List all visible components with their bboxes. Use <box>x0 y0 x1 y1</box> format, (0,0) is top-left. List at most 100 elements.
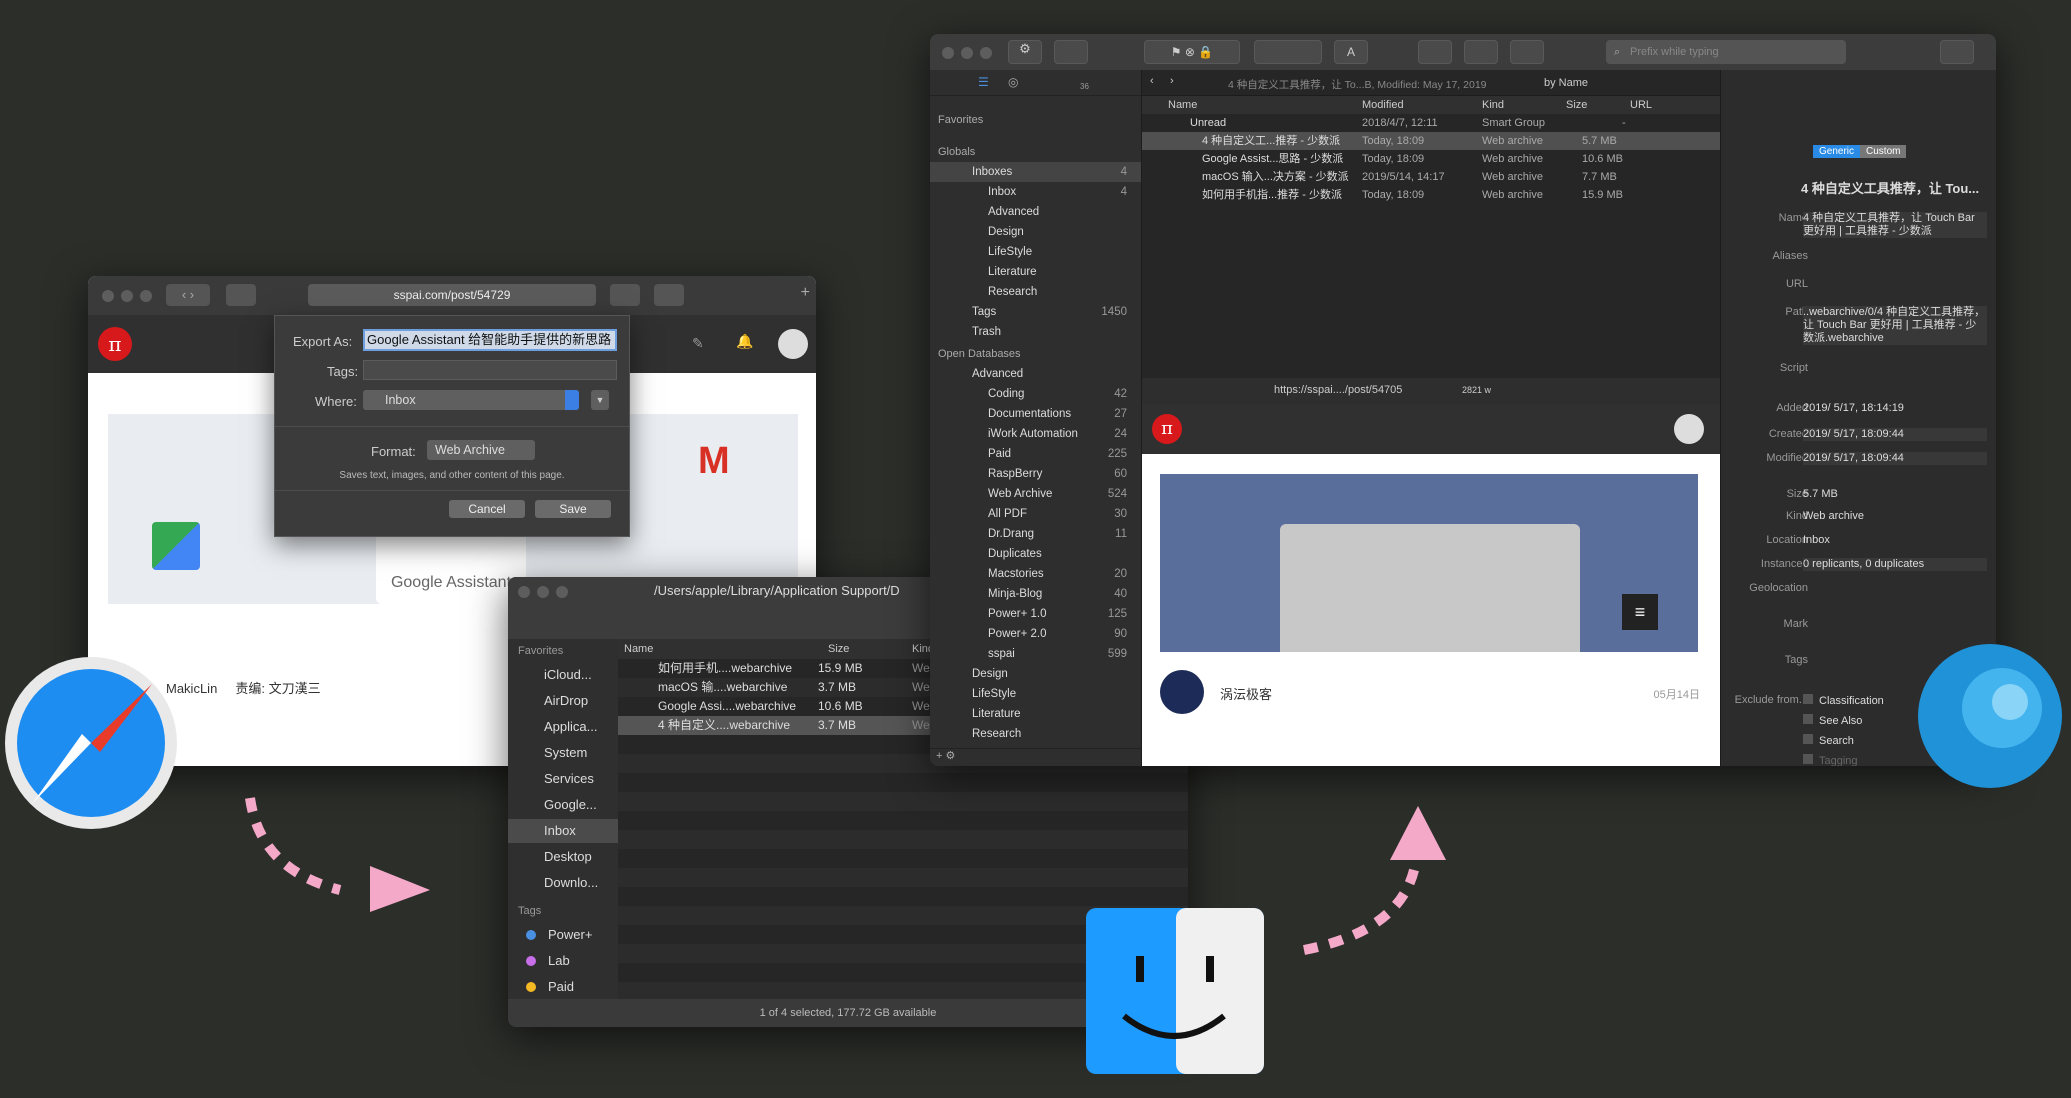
word-count: 2821 w <box>1462 385 1492 395</box>
col-size[interactable]: Size <box>1566 99 1587 111</box>
tags-field[interactable] <box>363 360 617 380</box>
col-modified[interactable]: Modified <box>1362 99 1404 111</box>
sidebar-item[interactable]: Tags 1450 <box>930 302 1141 322</box>
sidebar-item[interactable]: Google... <box>508 793 618 817</box>
col-url[interactable]: URL <box>1630 99 1652 111</box>
group-row[interactable]: Unread 2018/4/7, 12:11 Smart Group - <box>1142 114 1720 132</box>
sidebar-item[interactable]: sspai 599 <box>930 644 1141 664</box>
sidebar-item[interactable]: Services <box>508 767 618 791</box>
exclude-checkbox[interactable]: Search <box>1803 734 1854 747</box>
sidebar-item[interactable]: System <box>508 741 618 765</box>
sidebar-item[interactable]: All PDF 30 <box>930 504 1141 524</box>
sidebar-item[interactable]: iWork Automation 24 <box>930 424 1141 444</box>
sidebar-item[interactable]: Desktop <box>508 845 618 869</box>
inspector-toggle-button[interactable] <box>1940 40 1974 64</box>
address-bar[interactable]: sspai.com/post/54729 <box>308 284 596 306</box>
sidebar-item[interactable]: Duplicates <box>930 544 1141 564</box>
forward-icon[interactable]: › <box>1170 75 1174 87</box>
cancel-button[interactable]: Cancel <box>449 500 525 518</box>
tag-item[interactable]: Lab <box>508 949 618 973</box>
sidebar-item[interactable]: Paid 225 <box>930 444 1141 464</box>
sidebar-item[interactable]: Dr.Drang 11 <box>930 524 1141 544</box>
tag-button[interactable] <box>1054 40 1088 64</box>
sidebar-item[interactable]: Inboxes 4 <box>930 162 1141 182</box>
edit-icon[interactable]: ✎ <box>692 335 704 352</box>
sidebar-item[interactable]: Advanced <box>930 202 1141 222</box>
tabs-icon[interactable] <box>610 284 640 306</box>
format-select[interactable]: Web Archive <box>427 440 535 460</box>
sidebar-item[interactable]: LifeStyle <box>930 684 1141 704</box>
viewer-url[interactable]: https://sspai..../post/54705 <box>1274 384 1402 396</box>
exclude-checkbox[interactable]: Tagging <box>1803 754 1858 766</box>
back-icon[interactable]: ‹ <box>1150 75 1154 87</box>
sidebar-item[interactable]: Minja-Blog 40 <box>930 584 1141 604</box>
save-button[interactable]: Save <box>535 500 611 518</box>
sidebar-item[interactable]: Literature <box>930 704 1141 724</box>
sidebar-item[interactable]: Web Archive 524 <box>930 484 1141 504</box>
action-gear-button[interactable]: ⚙ <box>1008 40 1042 64</box>
sidebar-item[interactable]: Power+ 2.0 90 <box>930 624 1141 644</box>
sidebar-item[interactable]: Documentations 27 <box>930 404 1141 424</box>
list-view-icon[interactable]: ☰ <box>978 75 989 89</box>
tag-item[interactable]: Paid <box>508 975 618 999</box>
where-select[interactable]: Inbox <box>363 390 579 410</box>
sidebar-item[interactable]: Coding 42 <box>930 384 1141 404</box>
capture-button[interactable] <box>1464 40 1498 64</box>
new-tab-icon[interactable]: + <box>801 284 810 302</box>
sidebar-item[interactable]: Design <box>930 664 1141 684</box>
menu-icon[interactable]: ≡ <box>1622 594 1658 630</box>
sidebar-toggle-icon[interactable] <box>226 284 256 306</box>
sidebar-item[interactable]: AirDrop <box>508 689 618 713</box>
back-button[interactable]: ‹ › <box>166 284 210 306</box>
tab-generic[interactable]: Generic <box>1813 145 1861 158</box>
record-row[interactable]: 如何用手机指...推荐 - 少数派 Today, 18:09 Web archive… <box>1142 186 1720 204</box>
sspai-logo[interactable]: π <box>98 327 132 361</box>
download-icon[interactable] <box>654 284 684 306</box>
sidebar-item[interactable]: Research <box>930 724 1141 744</box>
format-button[interactable]: A <box>1334 40 1368 64</box>
sidebar-item[interactable]: Research <box>930 282 1141 302</box>
sync-button[interactable] <box>1418 40 1452 64</box>
sidebar-item[interactable]: Trash <box>930 322 1141 342</box>
sidebar-item[interactable]: LifeStyle <box>930 242 1141 262</box>
col-name[interactable]: Name <box>1168 99 1197 111</box>
exclude-checkbox[interactable]: Classification <box>1803 694 1884 707</box>
exclude-checkbox[interactable]: See Also <box>1803 714 1862 727</box>
search-field[interactable]: ⌕ Prefix while typing <box>1606 40 1846 64</box>
sidebar-item[interactable]: Inbox <box>508 819 618 843</box>
finder-sidebar: Favorites iCloud... AirDrop Applica... Syst… <box>508 639 618 999</box>
sidebar-item[interactable]: Literature <box>930 262 1141 282</box>
sort-menu[interactable]: by Name <box>1544 77 1588 89</box>
flow-arrow <box>1303 806 1446 955</box>
expand-button[interactable]: ▼ <box>591 390 609 410</box>
favorites-section: Favorites <box>938 114 984 126</box>
sidebar-item[interactable]: Inbox 4 <box>930 182 1141 202</box>
col-size[interactable]: Size <box>828 643 849 655</box>
glasses-icon[interactable]: ◎ <box>1008 75 1018 89</box>
avatar[interactable] <box>778 329 808 359</box>
ocr-button[interactable] <box>1254 40 1322 64</box>
tab-custom[interactable]: Custom <box>1860 145 1907 158</box>
tag-item[interactable]: Power+ <box>508 923 618 947</box>
sidebar-item[interactable]: Design <box>930 222 1141 242</box>
viewer-author: 涡沄极客 <box>1220 687 1273 702</box>
dt-record-list: ‹ › 4 种自定义工具推荐，让 To...B, Modified: May 1… <box>1142 70 1720 378</box>
sidebar-item[interactable]: iCloud... <box>508 663 618 687</box>
avatar[interactable] <box>1674 414 1704 444</box>
sspai-logo[interactable]: π <box>1152 414 1182 444</box>
sidebar-item[interactable]: Downlo... <box>508 871 618 895</box>
sidebar-item[interactable]: Advanced <box>930 364 1141 384</box>
col-name[interactable]: Name <box>624 643 653 655</box>
sidebar-item[interactable]: RaspBerry 60 <box>930 464 1141 484</box>
flag-button[interactable]: ⚑ ⊗ 🔒 <box>1144 40 1240 64</box>
share-button[interactable] <box>1510 40 1544 64</box>
col-kind[interactable]: Kind <box>1482 99 1504 111</box>
sidebar-item[interactable]: Macstories 20 <box>930 564 1141 584</box>
sidebar-item[interactable]: Power+ 1.0 125 <box>930 604 1141 624</box>
sidebar-item[interactable]: Applica... <box>508 715 618 739</box>
record-row[interactable]: Google Assist...思路 - 少数派 Today, 18:09 Web … <box>1142 150 1720 168</box>
record-row[interactable]: 4 种自定义工...推荐 - 少数派 Today, 18:09 Web archiv… <box>1142 132 1720 150</box>
export-as-field[interactable]: Google Assistant 给智能助手提供的新思路 <box>363 329 617 351</box>
bell-icon[interactable]: 🔔 <box>736 333 753 350</box>
record-row[interactable]: macOS 输入...决方案 - 少数派 2019/5/14, 14:17 Web … <box>1142 168 1720 186</box>
